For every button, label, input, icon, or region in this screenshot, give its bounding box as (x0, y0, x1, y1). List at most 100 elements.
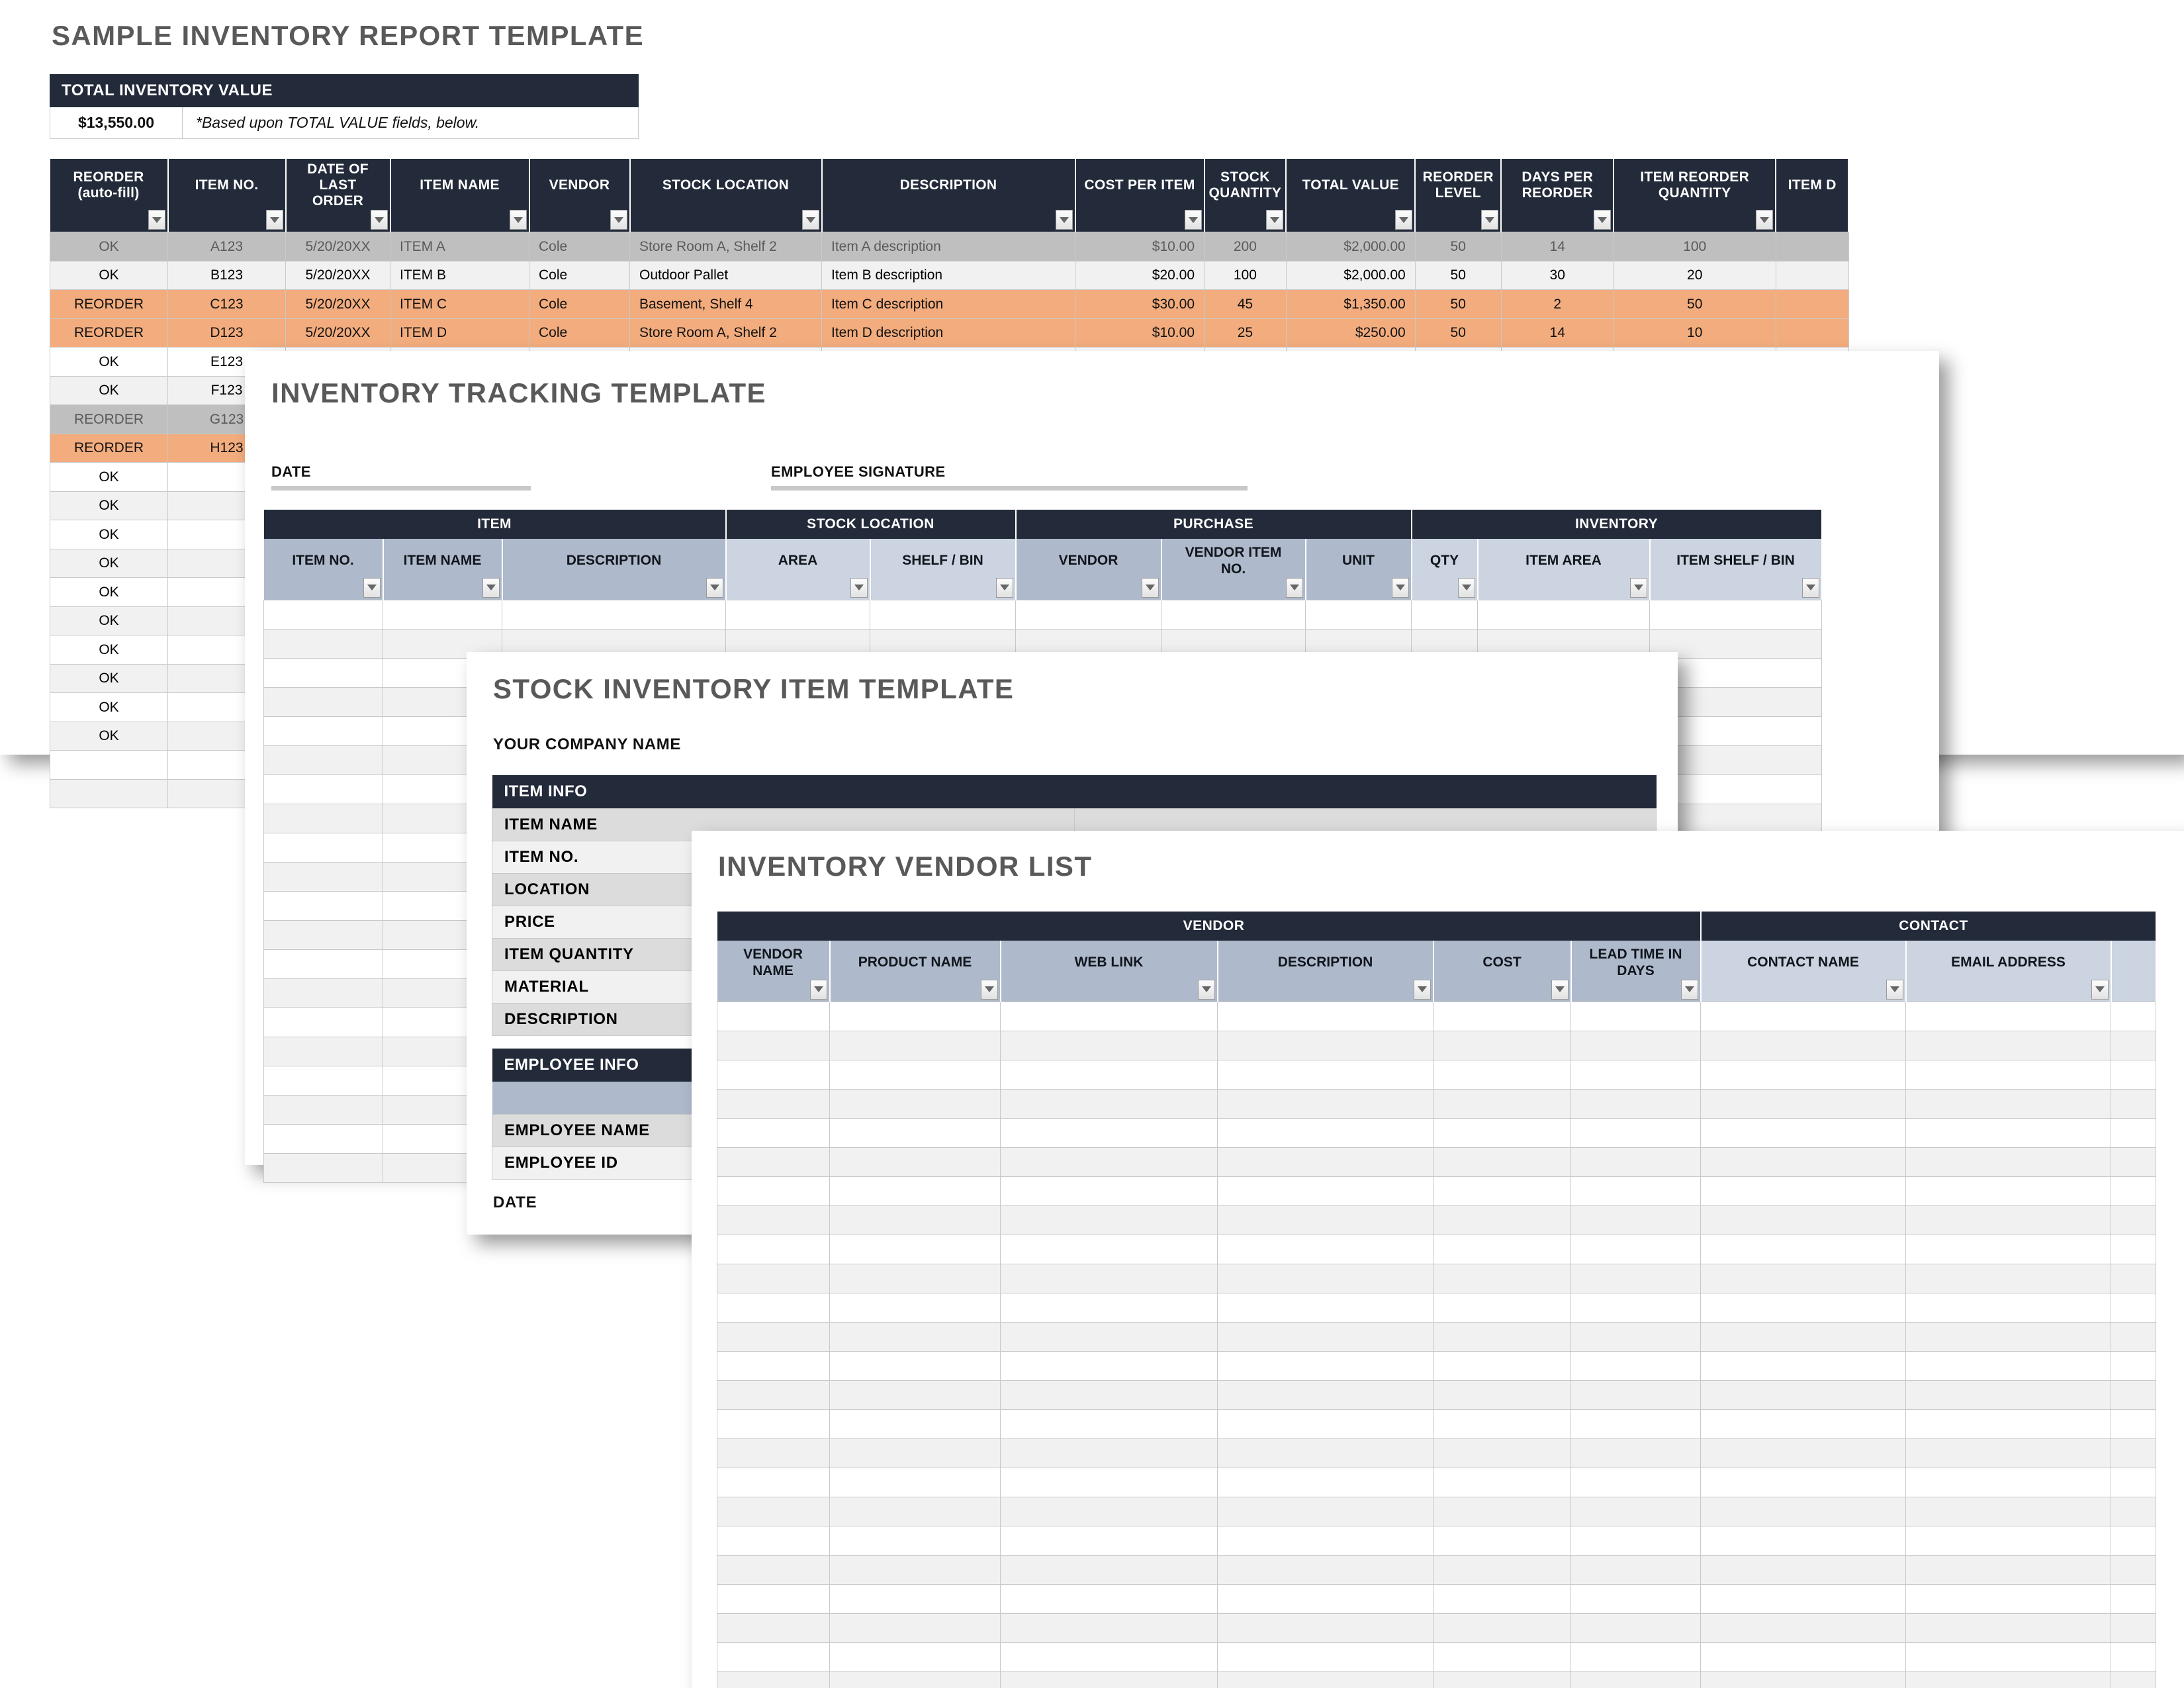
cell-item-no[interactable]: C123 (167, 289, 286, 319)
cell-vendor[interactable]: Cole (529, 232, 630, 261)
table-row[interactable] (717, 1642, 2156, 1672)
cell-item-no[interactable] (263, 949, 383, 979)
cell-product-name[interactable] (829, 1234, 1001, 1264)
table-row[interactable] (717, 1350, 2156, 1381)
cell-date[interactable]: 5/20/20XX (285, 232, 390, 261)
cell-reorder[interactable]: OK (50, 548, 168, 579)
filter-dropdown-icon[interactable] (610, 210, 627, 230)
cell-item-no[interactable] (263, 1007, 383, 1037)
cell-email-address[interactable] (1905, 1292, 2111, 1323)
column-header-item-area[interactable]: ITEM AREA (1477, 539, 1651, 600)
cell-lead-time-in-days[interactable] (1570, 1292, 1701, 1323)
table-row[interactable] (263, 599, 1822, 630)
table-row[interactable] (717, 1613, 2156, 1643)
cell-product-name[interactable] (829, 1438, 1001, 1468)
cell-contact-name[interactable] (1700, 1525, 1906, 1556)
cell-cost[interactable]: $10.00 (1075, 232, 1205, 261)
table-row[interactable] (717, 1030, 2156, 1060)
column-header-area[interactable]: AREA (725, 539, 871, 600)
table-row[interactable] (717, 1321, 2156, 1352)
table-row[interactable] (717, 1409, 2156, 1439)
cell-email-address[interactable] (1905, 1059, 2111, 1090)
cell-date[interactable]: 5/20/20XX (285, 260, 390, 291)
cell-vendor-name[interactable] (717, 1467, 830, 1497)
cell-vendor-name[interactable] (717, 1030, 830, 1060)
filter-dropdown-icon[interactable] (1594, 210, 1612, 230)
cell-web-link[interactable] (1000, 1147, 1218, 1177)
cell-reorder[interactable]: OK (50, 491, 168, 521)
filter-dropdown-icon[interactable] (850, 577, 868, 598)
cell-product-name[interactable] (829, 1554, 1001, 1585)
cell-item-name[interactable] (383, 599, 502, 630)
filter-dropdown-icon[interactable] (509, 210, 527, 230)
cell-lead-time-in-days[interactable] (1570, 1176, 1701, 1206)
cell-contact-name[interactable] (1700, 1059, 1906, 1090)
cell-contact-name[interactable] (1700, 1467, 1906, 1497)
cell-web-link[interactable] (1000, 1292, 1218, 1323)
cell-vendor[interactable] (1015, 599, 1161, 630)
filter-dropdown-icon[interactable] (1801, 577, 1819, 598)
cell-extra[interactable] (2111, 1438, 2156, 1468)
filter-dropdown-icon[interactable] (148, 210, 165, 230)
cell-web-link[interactable] (1000, 1321, 1218, 1352)
cell-description[interactable] (1217, 1234, 1433, 1264)
cell-extra[interactable] (2111, 1001, 2156, 1031)
cell-vendor-name[interactable] (717, 1059, 830, 1090)
filter-dropdown-icon[interactable] (1285, 577, 1303, 598)
filter-dropdown-icon[interactable] (1481, 210, 1499, 230)
cell-reorder[interactable] (50, 750, 168, 780)
cell-location[interactable]: Outdoor Pallet (629, 260, 822, 291)
cell-web-link[interactable] (1000, 1059, 1218, 1090)
cell-vendor-name[interactable] (717, 1496, 830, 1526)
cell-qty[interactable]: 25 (1204, 318, 1287, 348)
cell-product-name[interactable] (829, 1496, 1001, 1526)
cell-lead-time-in-days[interactable] (1570, 1671, 1701, 1688)
column-header-contact-name[interactable]: CONTACT NAME (1700, 941, 1907, 1002)
column-header-qty[interactable]: QTY (1411, 539, 1479, 600)
cell-description[interactable] (1217, 1642, 1433, 1672)
cell-lead-time-in-days[interactable] (1570, 1263, 1701, 1293)
cell-item-no[interactable] (263, 978, 383, 1008)
cell-extra[interactable] (2111, 1176, 2156, 1206)
cell-email-address[interactable] (1905, 1613, 2111, 1643)
column-header-stock-quantity[interactable]: STOCK QUANTITY (1204, 159, 1287, 232)
table-row[interactable] (717, 1001, 2156, 1031)
cell-email-address[interactable] (1905, 1642, 2111, 1672)
cell-reorder[interactable]: REORDER (50, 433, 168, 463)
cell-vendor-name[interactable] (717, 1409, 830, 1439)
cell-level[interactable]: 50 (1414, 318, 1502, 348)
cell-vendor-name[interactable] (717, 1613, 830, 1643)
column-header-vendor-name[interactable]: VENDOR NAME (717, 941, 831, 1002)
cell-vendor[interactable]: Cole (529, 289, 630, 319)
cell-web-link[interactable] (1000, 1030, 1218, 1060)
cell-description[interactable] (1217, 1409, 1433, 1439)
cell-location[interactable]: Basement, Shelf 4 (629, 289, 822, 319)
cell-extra[interactable] (2111, 1088, 2156, 1119)
cell-vendor-name[interactable] (717, 1234, 830, 1264)
cell-extra[interactable] (2111, 1380, 2156, 1410)
cell-email-address[interactable] (1905, 1583, 2111, 1614)
column-header-blank[interactable] (2111, 941, 2157, 1002)
cell-cost[interactable] (1433, 1380, 1571, 1410)
column-header-cost[interactable]: COST (1433, 941, 1572, 1002)
table-row[interactable]: OK B123 5/20/20XX ITEM B Cole Outdoor Pallet I… (50, 260, 1849, 291)
cell-days[interactable]: 14 (1500, 232, 1614, 261)
filter-dropdown-icon[interactable] (1141, 577, 1159, 598)
cell-web-link[interactable] (1000, 1438, 1218, 1468)
cell-web-link[interactable] (1000, 1525, 1218, 1556)
cell-email-address[interactable] (1905, 1001, 2111, 1031)
cell-reorder[interactable] (50, 778, 168, 809)
cell-reorder[interactable]: OK (50, 577, 168, 607)
cell-contact-name[interactable] (1700, 1613, 1906, 1643)
filter-dropdown-icon[interactable] (1395, 210, 1413, 230)
cell-item-no[interactable] (263, 861, 383, 892)
table-row[interactable]: OK A123 5/20/20XX ITEM A Cole Store Room A, S… (50, 232, 1849, 261)
table-row[interactable] (717, 1117, 2156, 1148)
cell-level[interactable]: 50 (1414, 289, 1502, 319)
cell-cost[interactable] (1433, 1147, 1571, 1177)
cell-date[interactable]: 5/20/20XX (285, 318, 390, 348)
cell-description[interactable] (1217, 1205, 1433, 1235)
cell-unit[interactable] (1305, 599, 1412, 630)
cell-location[interactable]: Store Room A, Shelf 2 (629, 318, 822, 348)
cell-cost[interactable] (1433, 1496, 1571, 1526)
